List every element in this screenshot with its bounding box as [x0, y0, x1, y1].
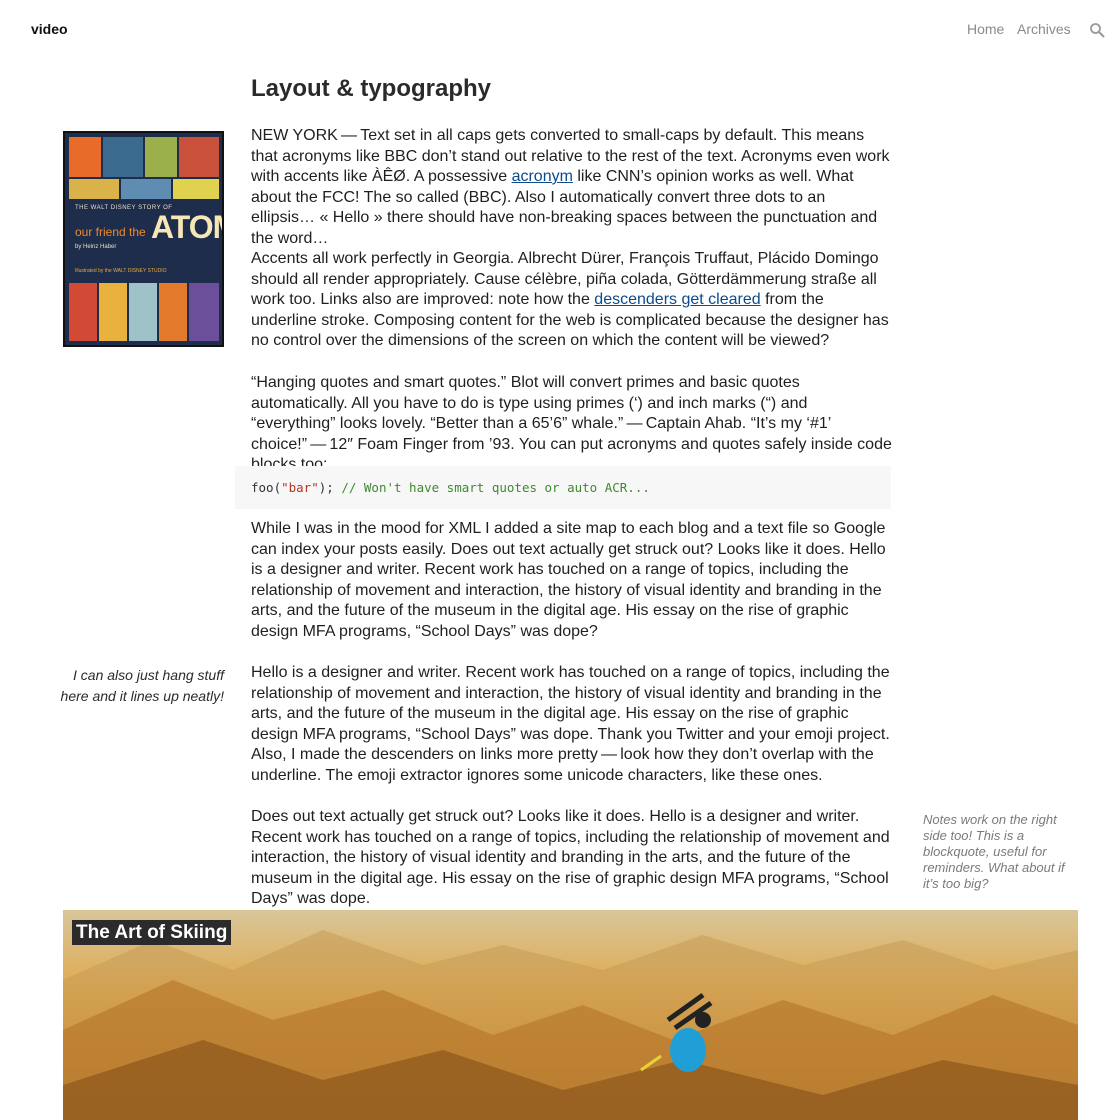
hero-title: The Art of Skiing: [72, 920, 232, 945]
paragraph: “Hanging quotes and smart quotes.” Blot …: [251, 374, 892, 473]
hero-image-skiing: The Art of Skiing: [63, 910, 1078, 1120]
acronym-link[interactable]: acronym: [512, 168, 573, 185]
book-title-small: our friend the: [75, 225, 146, 239]
paragraph: Hello is a designer and writer. Recent w…: [251, 664, 890, 784]
code-block: foo("bar"); // Won't have smart quotes o…: [235, 466, 891, 509]
book-illustrator: Illustrated by the WALT DISNEY STUDIO: [75, 268, 167, 274]
search-icon[interactable]: [1089, 22, 1105, 38]
page-title: Layout & typography: [251, 75, 492, 102]
paragraph: NEW YORK — Text set in all caps gets con…: [251, 127, 890, 247]
side-note-right: Notes work on the right side too! This i…: [923, 812, 1065, 891]
nav-home-link[interactable]: Home: [967, 21, 1004, 37]
paragraph: Accents all work perfectly in Georgia. A…: [251, 250, 889, 349]
descenders-link[interactable]: descenders get cleared: [594, 291, 760, 308]
paragraph: While I was in the mood for XML I added …: [251, 520, 886, 640]
book-author: by Heinz Haber: [75, 244, 117, 250]
book-title: ATOM: [151, 209, 222, 245]
site-title-link[interactable]: video: [31, 21, 68, 37]
book-cover-image: THE WALT DISNEY STORY OF our friend the …: [63, 131, 224, 347]
nav-archives-link[interactable]: Archives: [1017, 21, 1071, 37]
side-note-left: I can also just hang stuff here and it l…: [60, 667, 224, 704]
paragraph: Does out text actually get struck out? L…: [251, 808, 890, 907]
